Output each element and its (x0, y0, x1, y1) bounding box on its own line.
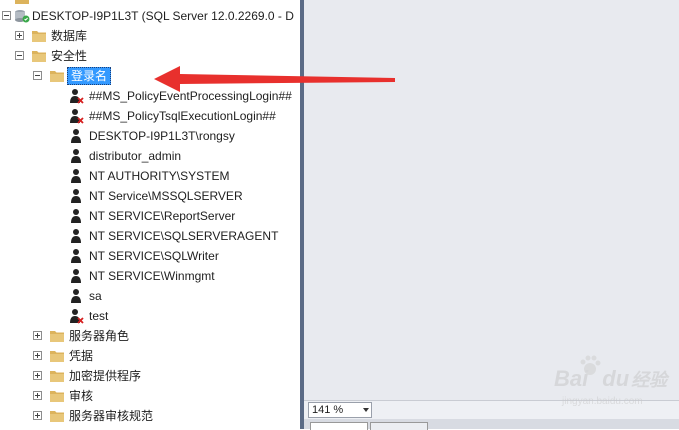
login-item[interactable]: NT SERVICE\SQLSERVERAGENT (0, 226, 300, 246)
login-label: sa (89, 289, 102, 303)
baidu-watermark: Bai du 经验 jingyan.baidu.com (548, 352, 678, 412)
tree-node-credentials[interactable]: 凭据 (0, 346, 300, 366)
watermark-brand-accent: du (602, 366, 630, 391)
zoom-value: 141 % (312, 404, 344, 416)
login-label: NT Service\MSSQLSERVER (89, 189, 243, 203)
login-label: NT SERVICE\SQLSERVERAGENT (89, 229, 279, 243)
user-icon (68, 268, 84, 284)
watermark-url: jingyan.baidu.com (562, 396, 643, 407)
bottom-tab-strip (304, 419, 679, 430)
tree-node-audits[interactable]: 审核 (0, 386, 300, 406)
crypto-providers-label: 加密提供程序 (69, 369, 142, 383)
login-label: NT SERVICE\SQLWriter (89, 249, 219, 263)
user-icon (68, 148, 84, 164)
login-label: ##MS_PolicyTsqlExecutionLogin## (89, 109, 276, 123)
logins-label: 登录名 (67, 67, 112, 85)
login-item[interactable]: test (0, 306, 300, 326)
login-label: DESKTOP-I9P1L3T\rongsy (89, 129, 235, 143)
folder-icon (49, 329, 65, 343)
user-icon (68, 188, 84, 204)
login-label: distributor_admin (89, 149, 182, 163)
expand-toggle[interactable] (33, 391, 42, 400)
user-icon (68, 288, 84, 304)
expand-databases-toggle[interactable] (15, 31, 24, 40)
credentials-label: 凭据 (69, 349, 94, 363)
collapse-logins-toggle[interactable] (33, 71, 42, 80)
expand-toggle[interactable] (33, 371, 42, 380)
login-item[interactable]: NT SERVICE\SQLWriter (0, 246, 300, 266)
login-item[interactable]: NT SERVICE\ReportServer (0, 206, 300, 226)
login-item[interactable]: NT Service\MSSQLSERVER (0, 186, 300, 206)
folder-icon (49, 389, 65, 403)
tree-node-server-roles[interactable]: 服务器角色 (0, 326, 300, 346)
tree-node-databases[interactable]: 数据库 (0, 26, 300, 46)
disabled-user-icon (68, 108, 84, 124)
user-icon (68, 208, 84, 224)
login-item[interactable]: sa (0, 286, 300, 306)
tree-node-crypto-providers[interactable]: 加密提供程序 (0, 366, 300, 386)
server-label: DESKTOP-I9P1L3T (SQL Server 12.0.2269.0 … (32, 9, 294, 23)
tree-node-server[interactable]: DESKTOP-I9P1L3T (SQL Server 12.0.2269.0 … (0, 6, 300, 26)
disabled-user-icon (68, 88, 84, 104)
login-item[interactable]: DESKTOP-I9P1L3T\rongsy (0, 126, 300, 146)
folder-icon (49, 409, 65, 423)
login-item[interactable]: NT SERVICE\Winmgmt (0, 266, 300, 286)
chevron-down-icon (363, 408, 369, 412)
security-label: 安全性 (51, 49, 88, 63)
zoom-select[interactable]: 141 % (308, 402, 372, 418)
server-icon (14, 9, 30, 23)
disabled-user-icon (68, 308, 84, 324)
login-item[interactable]: ##MS_PolicyTsqlExecutionLogin## (0, 106, 300, 126)
user-icon (68, 128, 84, 144)
audit-specs-label: 服务器审核规范 (69, 409, 154, 423)
login-label: NT SERVICE\Winmgmt (89, 269, 215, 283)
watermark-suffix: 经验 (631, 370, 668, 390)
folder-icon (14, 0, 30, 5)
annotation-arrow (154, 66, 395, 92)
folder-icon (49, 369, 65, 383)
user-icon (68, 168, 84, 184)
server-roles-label: 服务器角色 (69, 329, 130, 343)
watermark-brand: Bai (554, 366, 589, 391)
tree-node-audit-specs[interactable]: 服务器审核规范 (0, 406, 300, 426)
login-label: test (89, 309, 109, 323)
collapse-security-toggle[interactable] (15, 51, 24, 60)
databases-label: 数据库 (51, 29, 88, 43)
expand-toggle[interactable] (33, 411, 42, 420)
user-icon (68, 248, 84, 264)
login-label: NT AUTHORITY\SYSTEM (89, 169, 230, 183)
expand-toggle[interactable] (33, 351, 42, 360)
folder-icon (31, 49, 47, 63)
user-icon (68, 228, 84, 244)
login-label: NT SERVICE\ReportServer (89, 209, 236, 223)
folder-icon (49, 69, 65, 83)
folder-icon (49, 349, 65, 363)
folder-icon (31, 29, 47, 43)
audits-label: 审核 (69, 389, 94, 403)
login-item[interactable]: NT AUTHORITY\SYSTEM (0, 166, 300, 186)
expand-toggle[interactable] (33, 331, 42, 340)
login-item[interactable]: distributor_admin (0, 146, 300, 166)
collapse-server-toggle[interactable] (2, 11, 11, 20)
